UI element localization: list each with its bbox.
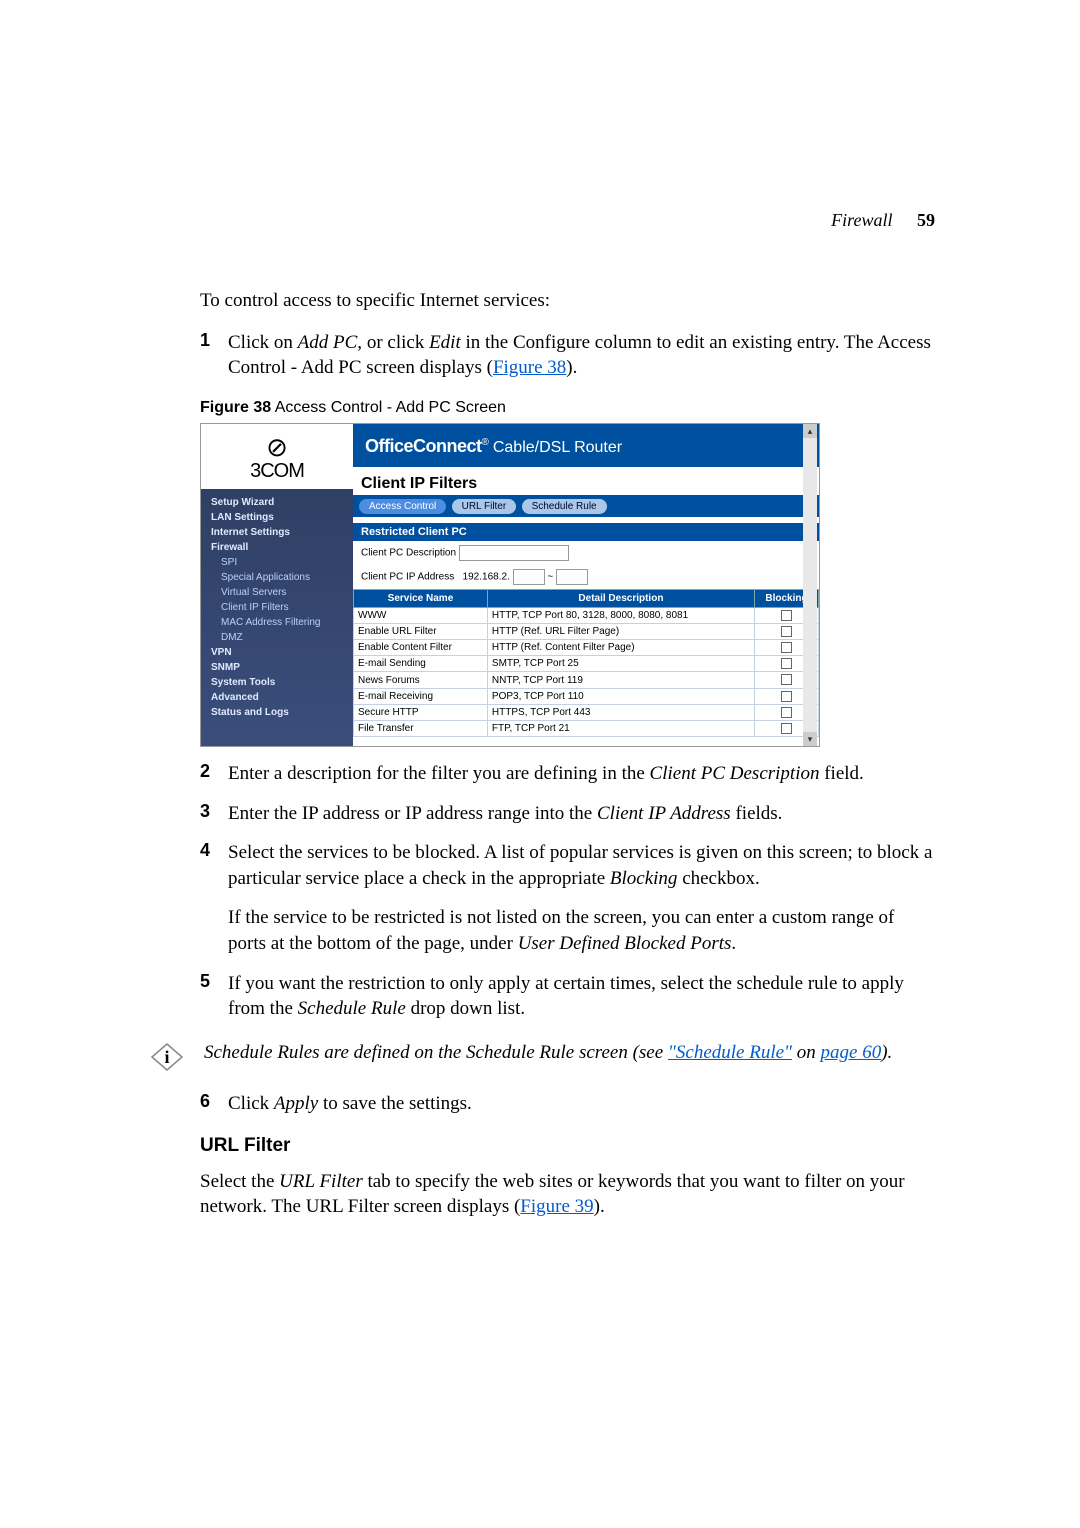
panel-title: Client IP Filters (353, 473, 819, 495)
ip-end-input[interactable] (556, 569, 588, 585)
step-text: Click Apply to save the settings. (228, 1091, 935, 1117)
section-header: Restricted Client PC (353, 523, 819, 541)
table-row: Enable Content FilterHTTP (Ref. Content … (354, 640, 819, 656)
step-6: 6 Click Apply to save the settings. (200, 1091, 935, 1117)
section-name: Firewall (831, 210, 892, 230)
scrollbar[interactable]: ▴ ▾ (803, 424, 817, 746)
nav-item[interactable]: MAC Address Filtering (211, 615, 345, 630)
step-3: 3 Enter the IP address or IP address ran… (200, 801, 935, 827)
nav-item[interactable]: Firewall (211, 540, 345, 555)
services-table: Service Name Detail Description Blocking… (353, 589, 819, 737)
step-number: 5 (200, 971, 228, 1022)
table-row: WWWHTTP, TCP Port 80, 3128, 8000, 8080, … (354, 607, 819, 623)
step-number: 4 (200, 840, 228, 957)
tab-url-filter[interactable]: URL Filter (452, 499, 517, 514)
logo-area: ⊘ 3COM (201, 424, 353, 489)
table-row: Enable URL FilterHTTP (Ref. URL Filter P… (354, 624, 819, 640)
url-filter-heading: URL Filter (200, 1135, 935, 1157)
ip-range-separator: ~ (547, 571, 553, 582)
nav-item[interactable]: SNMP (211, 660, 345, 675)
screenshot-access-control-add-pc: ▴ ▾ ⊘ 3COM Setup Wizard LAN Settings Int… (200, 423, 820, 747)
figure-39-link[interactable]: Figure 39 (520, 1196, 593, 1217)
nav-item[interactable]: SPI (211, 555, 345, 570)
client-pc-description-row: Client PC Description (353, 541, 819, 565)
screenshot-main: OfficeConnect® Cable/DSL Router Client I… (353, 424, 819, 746)
nav-item[interactable]: Advanced (211, 690, 345, 705)
step-text: Select the services to be blocked. A lis… (228, 840, 935, 957)
step-1: 1 Click on Add PC, or click Edit in the … (200, 330, 935, 381)
running-header: Firewall 59 (831, 210, 935, 231)
blocking-checkbox[interactable] (781, 674, 792, 685)
nav-item[interactable]: DMZ (211, 630, 345, 645)
tab-access-control[interactable]: Access Control (359, 499, 446, 514)
step-text: Click on Add PC, or click Edit in the Co… (228, 330, 935, 381)
nav-item[interactable]: Client IP Filters (211, 600, 345, 615)
th-service: Service Name (354, 589, 488, 607)
screenshot-sidebar: ⊘ 3COM Setup Wizard LAN Settings Interne… (201, 424, 353, 746)
note-row: i Schedule Rules are defined on the Sche… (200, 1040, 935, 1077)
page-number: 59 (917, 210, 935, 230)
step-text: Enter the IP address or IP address range… (228, 801, 935, 827)
brand-banner: OfficeConnect® Cable/DSL Router (353, 424, 819, 467)
step-2: 2 Enter a description for the filter you… (200, 761, 935, 787)
schedule-rule-link[interactable]: "Schedule Rule" (668, 1042, 792, 1063)
table-row: File TransferFTP, TCP Port 21 (354, 720, 819, 736)
client-pc-description-input[interactable] (459, 545, 569, 561)
tab-schedule-rule[interactable]: Schedule Rule (522, 499, 607, 514)
table-row: E-mail ReceivingPOP3, TCP Port 110 (354, 688, 819, 704)
intro-text: To control access to specific Internet s… (200, 288, 935, 314)
step-number: 2 (200, 761, 228, 787)
nav-item[interactable]: VPN (211, 645, 345, 660)
page-60-link[interactable]: page 60 (821, 1042, 882, 1063)
blocking-checkbox[interactable] (781, 610, 792, 621)
nav-item[interactable]: Setup Wizard (211, 495, 345, 510)
table-header-row: Service Name Detail Description Blocking (354, 589, 819, 607)
url-filter-body: Select the URL Filter tab to specify the… (200, 1169, 935, 1220)
ip-start-input[interactable] (513, 569, 545, 585)
step-4-continuation: If the service to be restricted is not l… (228, 905, 935, 956)
nav-item[interactable]: System Tools (211, 675, 345, 690)
step-number: 3 (200, 801, 228, 827)
tab-bar: Access Control URL Filter Schedule Rule (353, 495, 819, 517)
nav-item[interactable]: Special Applications (211, 570, 345, 585)
step-4: 4 Select the services to be blocked. A l… (200, 840, 935, 957)
note-text: Schedule Rules are defined on the Schedu… (204, 1040, 892, 1066)
ip-prefix: 192.168.2. (463, 571, 510, 582)
blocking-checkbox[interactable] (781, 723, 792, 734)
blocking-checkbox[interactable] (781, 642, 792, 653)
table-row: News ForumsNNTP, TCP Port 119 (354, 672, 819, 688)
blocking-checkbox[interactable] (781, 691, 792, 702)
scroll-up-icon[interactable]: ▴ (803, 424, 817, 438)
scroll-down-icon[interactable]: ▾ (803, 732, 817, 746)
nav-item[interactable]: LAN Settings (211, 510, 345, 525)
blocking-checkbox[interactable] (781, 658, 792, 669)
nav-item[interactable]: Virtual Servers (211, 585, 345, 600)
svg-text:i: i (164, 1047, 169, 1067)
step-number: 1 (200, 330, 228, 381)
table-row: Secure HTTPHTTPS, TCP Port 443 (354, 704, 819, 720)
info-icon: i (150, 1042, 184, 1077)
blocking-checkbox[interactable] (781, 707, 792, 718)
logo-swirl-icon: ⊘ (201, 434, 353, 460)
blocking-checkbox[interactable] (781, 626, 792, 637)
field-label-description: Client PC Description (361, 547, 456, 558)
th-description: Detail Description (487, 589, 754, 607)
step-text: Enter a description for the filter you a… (228, 761, 935, 787)
nav-list: Setup Wizard LAN Settings Internet Setti… (201, 489, 353, 726)
step-number: 6 (200, 1091, 228, 1117)
figure-38-link[interactable]: Figure 38 (493, 357, 566, 378)
nav-item[interactable]: Status and Logs (211, 705, 345, 720)
brand-name: OfficeConnect® (365, 436, 488, 456)
table-row: E-mail SendingSMTP, TCP Port 25 (354, 656, 819, 672)
step-5: 5 If you want the restriction to only ap… (200, 971, 935, 1022)
step-text: If you want the restriction to only appl… (228, 971, 935, 1022)
client-pc-ip-row: Client PC IP Address 192.168.2. ~ (353, 565, 819, 589)
logo-text: 3COM (201, 460, 353, 483)
nav-item[interactable]: Internet Settings (211, 525, 345, 540)
field-label-ip: Client PC IP Address (361, 571, 454, 582)
figure-caption: Figure 38 Access Control - Add PC Screen (200, 399, 935, 417)
